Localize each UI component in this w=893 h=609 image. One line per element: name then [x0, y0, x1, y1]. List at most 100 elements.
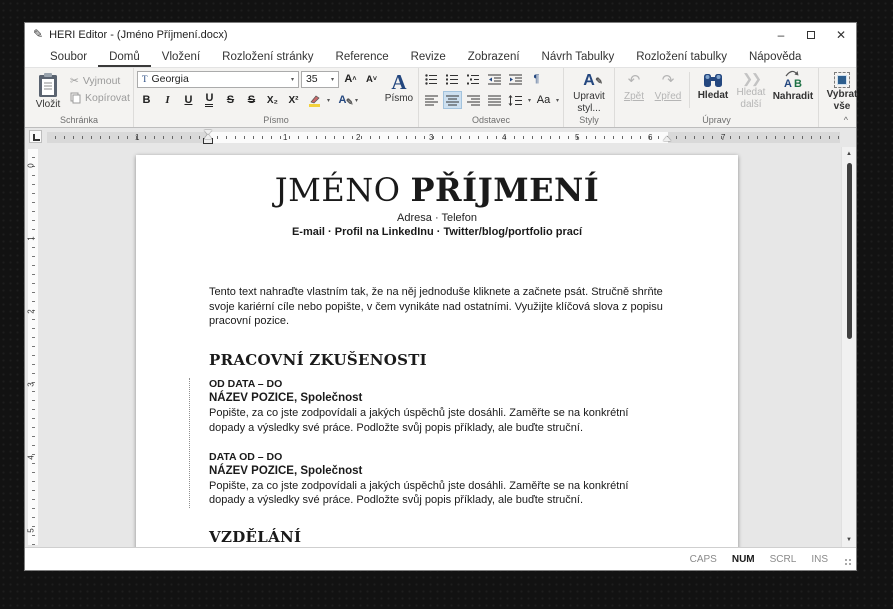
paste-icon	[39, 73, 57, 97]
ruler-number: 2	[356, 133, 361, 142]
ribbon-tab[interactable]: Revize	[400, 49, 457, 67]
font-size-select[interactable]: 35 ▾	[300, 70, 339, 88]
section-heading-education[interactable]: VZDĚLÁNÍ	[209, 528, 665, 546]
find-button[interactable]: Hledat	[695, 70, 731, 101]
align-center-icon	[445, 95, 459, 105]
ribbon-tab[interactable]: Rozložení tabulky	[625, 49, 738, 67]
font-color-button[interactable]: A ✎	[333, 91, 354, 109]
group-label-font: Písmo	[263, 115, 289, 125]
name-last: PŘÍJMENÍ	[410, 171, 600, 209]
scroll-down-icon[interactable]: ▼	[842, 537, 856, 543]
undo-label: Zpět	[623, 91, 644, 102]
title-bar: ✎ HERI Editor - (Jméno Příjmení.docx) – …	[25, 23, 856, 46]
font-dialog-button[interactable]: A Písmo	[383, 70, 415, 105]
align-right-button[interactable]	[464, 91, 483, 109]
font-color-pen-icon: ✎	[345, 97, 354, 107]
intro-paragraph[interactable]: Tento text nahraďte vlastním tak, že na …	[209, 285, 665, 329]
edit-style-pen-icon: ✎	[595, 76, 603, 86]
font-family-dropdown-icon: ▾	[290, 76, 294, 83]
highlight-dropdown-icon[interactable]: ▾	[326, 97, 331, 104]
status-indicator: SCRL	[769, 553, 797, 565]
align-left-button[interactable]	[422, 91, 441, 109]
decrease-indent-button[interactable]	[485, 70, 504, 88]
window-title: HERI Editor - (Jméno Příjmení.docx)	[49, 28, 228, 41]
resize-grip[interactable]	[844, 558, 852, 566]
ribbon-tab[interactable]: Zobrazení	[457, 49, 531, 67]
justify-button[interactable]	[485, 91, 504, 109]
section-heading-experience[interactable]: PRACOVNÍ ZKUŠENOSTI	[209, 351, 665, 369]
bold-button[interactable]: B	[137, 91, 156, 109]
replace-label: Nahradit	[772, 91, 814, 102]
tab-selector[interactable]	[29, 130, 42, 143]
status-indicator: CAPS	[689, 553, 717, 565]
right-indent-marker[interactable]	[663, 136, 671, 141]
replace-button[interactable]: A B Nahradit	[771, 70, 815, 102]
show-formatting-button[interactable]: ¶	[527, 70, 546, 88]
grow-font-button[interactable]: A ˄	[341, 70, 360, 88]
job-entry[interactable]: OD DATA – DO NÁZEV POZICE, Společnost Po…	[209, 378, 665, 436]
maximize-button[interactable]	[796, 23, 826, 46]
subscript-label: X₂	[266, 94, 279, 106]
superscript-button[interactable]: X²	[284, 91, 303, 109]
change-case-button[interactable]: Aa	[534, 91, 553, 109]
subscript-button[interactable]: X₂	[263, 91, 282, 109]
ribbon-tab[interactable]: Domů	[98, 49, 151, 67]
double-strikethrough-button[interactable]: S	[242, 91, 261, 109]
contact-line-1[interactable]: Adresa · Telefon	[209, 212, 665, 224]
group-label-paragraph: Odstavec	[471, 115, 510, 125]
shrink-font-button[interactable]: A ˅	[362, 70, 381, 88]
pilcrow-icon: ¶	[533, 73, 540, 85]
justify-icon	[487, 95, 501, 105]
scrollbar-thumb[interactable]	[847, 163, 852, 339]
copy-button[interactable]: Kopírovat	[70, 92, 130, 104]
job-entry[interactable]: DATA OD – DO NÁZEV POZICE, Společnost Po…	[209, 451, 665, 509]
edit-style-button[interactable]: A ✎ Upravit styl...	[567, 70, 611, 114]
find-next-label-2: další	[740, 99, 762, 111]
contact-line-2[interactable]: E-mail · Profil na LinkedInu · Twitter/b…	[209, 226, 665, 238]
group-select-all: Vybrat vše	[817, 68, 865, 127]
font-family-select[interactable]: T Georgia ▾	[136, 70, 299, 88]
change-case-dropdown-icon[interactable]: ▾	[555, 97, 560, 104]
redo-button[interactable]: ↷ Vpřed	[652, 70, 684, 102]
shrink-font-icon: ˅	[372, 75, 377, 83]
italic-label: I	[165, 94, 170, 106]
select-all-button[interactable]: Vybrat vše	[822, 70, 862, 112]
find-next-button[interactable]: ❯❯ Hledat další	[733, 70, 769, 110]
horizontal-ruler: 1 1 2 3 4 5 6 7	[47, 130, 840, 144]
ribbon-tab[interactable]: Reference	[325, 49, 400, 67]
underline-button[interactable]: U	[179, 91, 198, 109]
undo-button[interactable]: ↶ Zpět	[618, 70, 650, 102]
ribbon-tab[interactable]: Nápověda	[738, 49, 812, 67]
job-dates: OD DATA – DO	[209, 377, 283, 390]
multilevel-list-button[interactable]	[464, 70, 483, 88]
align-center-button[interactable]	[442, 91, 462, 109]
ribbon-tab[interactable]: Rozložení stránky	[211, 49, 324, 67]
increase-indent-button[interactable]	[506, 70, 525, 88]
font-color-dropdown-icon[interactable]: ▾	[354, 97, 359, 104]
scroll-up-icon[interactable]: ▲	[842, 151, 856, 157]
ribbon-tab[interactable]: Soubor	[39, 49, 98, 67]
highlight-button[interactable]	[305, 91, 324, 109]
line-spacing-button[interactable]	[506, 91, 525, 109]
document-name-heading[interactable]: JMÉNO PŘÍJMENÍ	[209, 171, 665, 209]
document-page[interactable]: JMÉNO PŘÍJMENÍ Adresa · Telefon E-mail · …	[136, 155, 738, 547]
cut-button[interactable]: ✂ Vyjmout	[70, 75, 130, 87]
line-spacing-dropdown-icon[interactable]: ▾	[527, 97, 532, 104]
bullet-list-button[interactable]	[422, 70, 441, 88]
minimize-button[interactable]: –	[766, 23, 796, 46]
double-underline-button[interactable]: U	[200, 91, 219, 109]
italic-button[interactable]: I	[158, 91, 177, 109]
strikethrough-button[interactable]: S	[221, 91, 240, 109]
vertical-scrollbar[interactable]: ▲ ▼	[841, 147, 856, 547]
ribbon-tab[interactable]: Návrh Tabulky	[531, 49, 626, 67]
close-button[interactable]: ✕	[826, 23, 856, 46]
ribbon-tabs: Soubor Domů Vložení Rozložení stránky Refere…	[25, 46, 856, 67]
ruler-number: 1	[135, 133, 140, 142]
indent-marker[interactable]	[203, 130, 213, 144]
group-editing: ↶ Zpět ↷ Vpřed Hledat ❯❯ Hledat další A …	[613, 68, 818, 127]
edit-style-label-1: Upravit	[573, 91, 605, 102]
collapse-ribbon-button[interactable]: ^	[844, 115, 848, 125]
ribbon-tab[interactable]: Vložení	[151, 49, 211, 67]
numbered-list-button[interactable]	[443, 70, 462, 88]
paste-button[interactable]: Vložit	[28, 70, 68, 110]
